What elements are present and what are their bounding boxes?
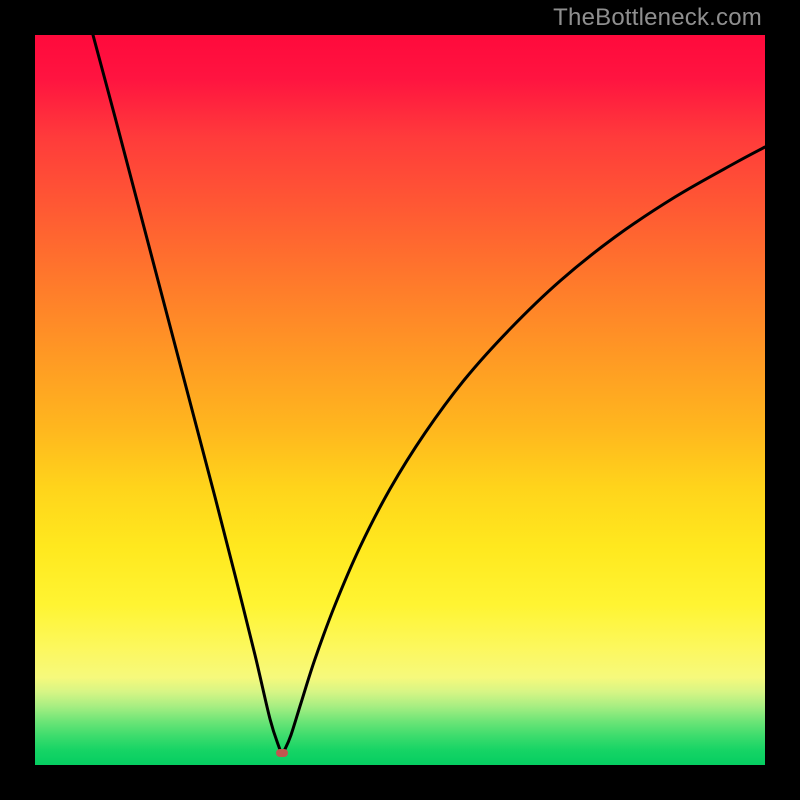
plot-area bbox=[35, 35, 765, 765]
outer-frame: TheBottleneck.com bbox=[0, 0, 800, 800]
minimum-marker bbox=[276, 749, 288, 757]
watermark-text: TheBottleneck.com bbox=[553, 4, 762, 32]
bottleneck-curve bbox=[93, 35, 765, 753]
curve-svg bbox=[35, 35, 765, 765]
